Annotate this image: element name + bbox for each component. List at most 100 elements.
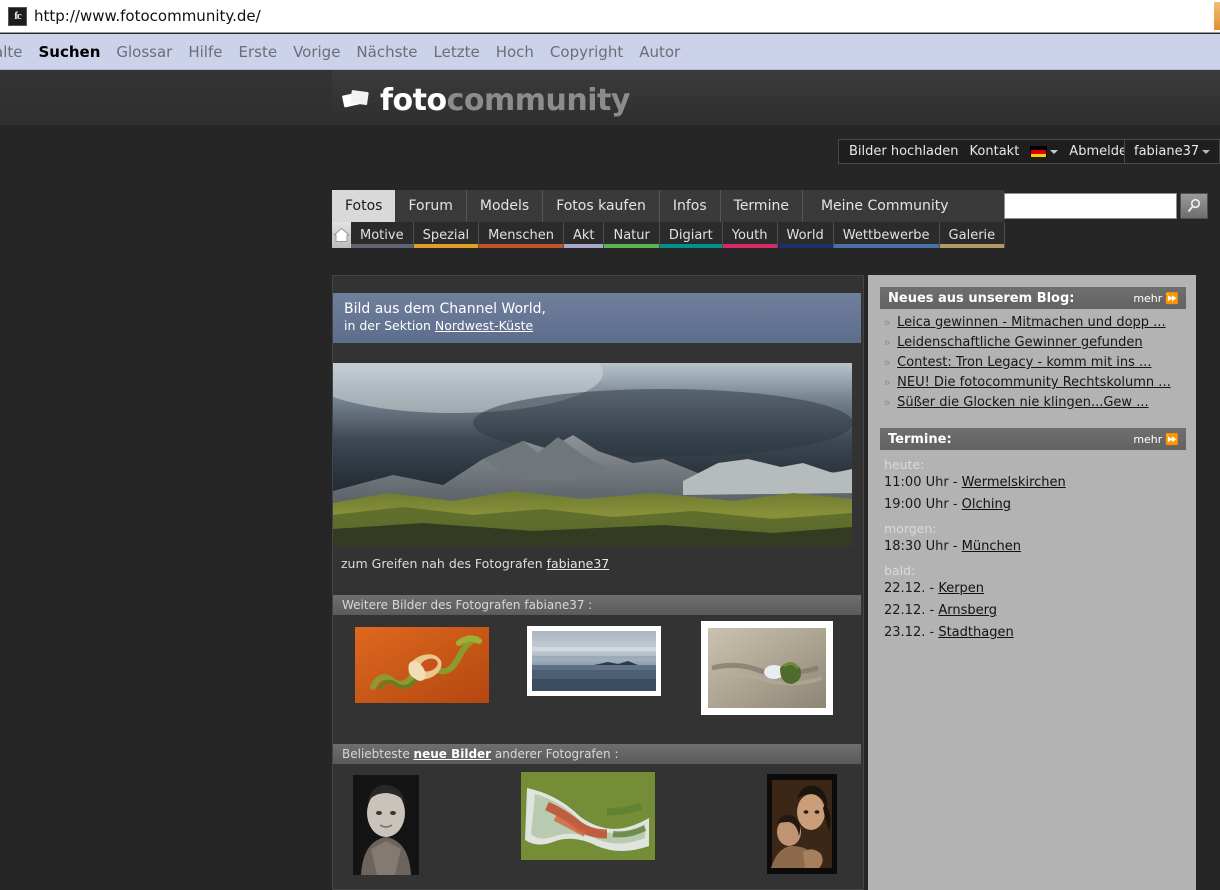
- site-header-left-shade: [0, 70, 332, 125]
- contact-link[interactable]: Kontakt: [970, 144, 1020, 159]
- blog-post-link[interactable]: Süßer die Glocken nie klingen...Gew ...: [897, 395, 1148, 410]
- channel-navigation[interactable]: Motive Spezial Menschen Akt Natur Digiart Yout…: [332, 222, 1006, 248]
- lichen-leaf-thumb[interactable]: [521, 772, 655, 860]
- browser-link-suchen[interactable]: Suchen: [30, 43, 108, 61]
- nav-tab-meine-community[interactable]: Meine Community: [803, 190, 962, 222]
- blog-list-item[interactable]: » NEU! Die fotocommunity Rechtskolumn ...: [884, 375, 1186, 390]
- browser-link-nächste[interactable]: Nächste: [348, 43, 425, 61]
- termine-event-place-link[interactable]: Stadthagen: [938, 625, 1013, 640]
- channel-label: Menschen: [488, 227, 554, 243]
- more-photos-heading: Weitere Bilder des Fotografen fabiane37 …: [333, 595, 861, 615]
- channel-menschen[interactable]: Menschen: [479, 222, 564, 248]
- banner-line2-prefix: in der Sektion: [344, 318, 435, 333]
- home-tab[interactable]: [332, 222, 351, 248]
- coastline-thumb[interactable]: [527, 626, 661, 696]
- featured-photo[interactable]: [333, 363, 852, 547]
- termine-section-header: Termine: mehr ⏩: [880, 428, 1186, 450]
- browser-link-erste[interactable]: Erste: [230, 43, 285, 61]
- browser-link-alte[interactable]: alte: [0, 43, 30, 61]
- nav-tab-infos[interactable]: Infos: [660, 190, 721, 222]
- photo-author-link[interactable]: fabiane37: [547, 556, 610, 571]
- search-input-wrapper[interactable]: [1004, 193, 1177, 219]
- browser-link-letzte[interactable]: Letzte: [426, 43, 488, 61]
- termine-event-place-link[interactable]: Arnsberg: [938, 603, 997, 618]
- photos-stack-icon: [342, 88, 372, 114]
- nav-tab-fotos[interactable]: Fotos: [332, 190, 396, 222]
- channel-world[interactable]: World: [777, 222, 834, 248]
- upload-images-link[interactable]: Bilder hochladen: [849, 144, 959, 159]
- termine-list: heute: 11:00 Uhr - Wermelskirchen 19:00 Uh…: [884, 457, 1186, 640]
- user-menu-button[interactable]: fabiane37: [1124, 139, 1220, 164]
- blog-post-link[interactable]: Leidenschaftliche Gewinner gefunden: [897, 335, 1143, 350]
- channel-natur[interactable]: Natur: [604, 222, 660, 248]
- blog-list-item[interactable]: » Contest: Tron Legacy - komm mit ins ...: [884, 355, 1186, 370]
- main-navigation[interactable]: Fotos Forum Models Fotos kaufen Infos Termine…: [332, 190, 1004, 222]
- blog-list-item[interactable]: » Süßer die Glocken nie klingen...Gew ...: [884, 395, 1186, 410]
- url-text[interactable]: http://www.fotocommunity.de/: [34, 7, 261, 25]
- orchid-macro-thumb[interactable]: [355, 627, 489, 703]
- page-canvas: fotocommunity Bilder hochladen Kontakt A…: [0, 70, 1220, 890]
- channel-color-bar: [604, 244, 659, 248]
- banner-line-2: in der Sektion Nordwest-Küste: [344, 318, 850, 334]
- author-thumbnails-row: [333, 619, 861, 729]
- channel-color-bar: [833, 244, 939, 248]
- termine-event-place-link[interactable]: Kerpen: [938, 581, 984, 596]
- blog-more-link[interactable]: mehr ⏩: [1133, 292, 1179, 305]
- termine-group-label: bald:: [884, 563, 916, 578]
- channel-wettbewerbe[interactable]: Wettbewerbe: [833, 222, 940, 248]
- german-flag-icon[interactable]: [1030, 146, 1059, 157]
- channel-motive[interactable]: Motive: [351, 222, 414, 248]
- channel-color-bar: [722, 244, 777, 248]
- chevron-down-icon[interactable]: [1050, 149, 1059, 154]
- site-logo[interactable]: fotocommunity: [342, 83, 630, 118]
- termine-event: 11:00 Uhr - Wermelskirchen: [884, 475, 1186, 490]
- browser-link-autor[interactable]: Autor: [631, 43, 688, 61]
- nav-tab-termine[interactable]: Termine: [721, 190, 803, 222]
- popular-prefix: Beliebteste: [342, 747, 414, 761]
- termine-event-place-link[interactable]: Wermelskirchen: [962, 475, 1066, 490]
- termine-event-time: 22.12.: [884, 603, 926, 618]
- termine-more-link[interactable]: mehr ⏩: [1133, 433, 1179, 446]
- bw-portrait-thumb[interactable]: [353, 775, 419, 875]
- blog-list-item[interactable]: » Leidenschaftliche Gewinner gefunden: [884, 335, 1186, 350]
- blog-list-item[interactable]: » Leica gewinnen - Mitmachen und dopp ...: [884, 315, 1186, 330]
- photo-caption-middle: des Fotografen: [444, 556, 547, 571]
- termine-event-place-link[interactable]: Olching: [962, 497, 1011, 512]
- chevron-down-icon[interactable]: [1202, 149, 1211, 154]
- mother-child-thumb[interactable]: [767, 774, 837, 874]
- channel-digiart[interactable]: Digiart: [659, 222, 723, 248]
- blog-post-link[interactable]: NEU! Die fotocommunity Rechtskolumn ...: [897, 375, 1171, 390]
- termine-event-separator: -: [948, 497, 962, 512]
- browser-link-toolbar[interactable]: alteSuchenGlossarHilfeErsteVorigeNächste…: [0, 34, 1220, 70]
- browser-link-copyright[interactable]: Copyright: [542, 43, 631, 61]
- channel-color-bar: [479, 244, 563, 248]
- section-link[interactable]: Nordwest-Küste: [435, 318, 533, 333]
- search-input[interactable]: [1005, 194, 1176, 218]
- channel-akt[interactable]: Akt: [563, 222, 605, 248]
- search-button[interactable]: [1180, 193, 1208, 219]
- nav-tab-fotos-kaufen[interactable]: Fotos kaufen: [543, 190, 660, 222]
- blog-post-list: » Leica gewinnen - Mitmachen und dopp ...…: [884, 315, 1186, 410]
- termine-event: 19:00 Uhr - Olching: [884, 497, 1186, 512]
- magnifier-icon: [1187, 198, 1201, 213]
- logo-word-community: community: [446, 83, 631, 118]
- blog-post-link[interactable]: Leica gewinnen - Mitmachen und dopp ...: [897, 315, 1165, 330]
- nav-tab-forum[interactable]: Forum: [395, 190, 467, 222]
- channel-spezial[interactable]: Spezial: [413, 222, 480, 248]
- channel-youth[interactable]: Youth: [722, 222, 778, 248]
- browser-link-hilfe[interactable]: Hilfe: [180, 43, 230, 61]
- browser-link-vorige[interactable]: Vorige: [285, 43, 348, 61]
- popular-thumbnails-row: [333, 768, 861, 888]
- new-images-link[interactable]: neue Bilder: [414, 747, 492, 761]
- nav-tab-models[interactable]: Models: [467, 190, 544, 222]
- moss-rock-thumb[interactable]: [701, 621, 833, 715]
- browser-link-hoch[interactable]: Hoch: [488, 43, 542, 61]
- browser-url-bar[interactable]: fc http://www.fotocommunity.de/: [0, 0, 1220, 33]
- blog-more-label: mehr: [1133, 291, 1163, 305]
- channel-label: Natur: [613, 227, 650, 243]
- termine-event-place-link[interactable]: München: [962, 539, 1021, 554]
- blog-post-link[interactable]: Contest: Tron Legacy - komm mit ins ...: [897, 355, 1151, 370]
- double-angle-bullet-icon: »: [884, 357, 891, 369]
- browser-link-glossar[interactable]: Glossar: [108, 43, 180, 61]
- channel-galerie[interactable]: Galerie: [939, 222, 1006, 248]
